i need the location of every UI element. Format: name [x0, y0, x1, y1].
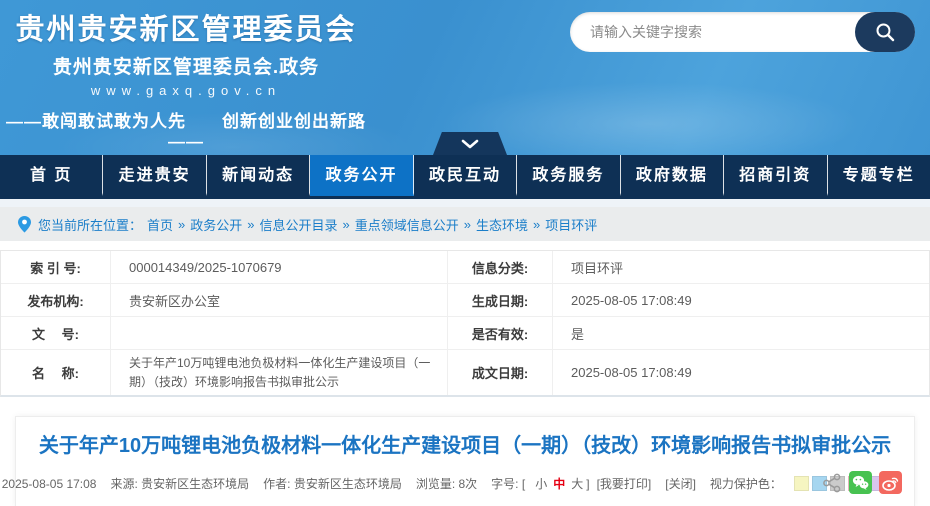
doc-name-value: 关于年产10万吨锂电池负极材料一体化生产建设项目（一期）（技改）环境影响报告书拟… — [111, 350, 448, 395]
print-button[interactable]: [我要打印] — [597, 475, 652, 492]
nav-item-interaction[interactable]: 政民互动 — [414, 155, 517, 196]
breadcrumb: 您当前所在位置： 首页 » 政务公开 » 信息公开目录 » 重点领域信息公开 »… — [0, 207, 930, 241]
breadcrumb-separator: » — [247, 217, 254, 232]
nav-item-gov-disclosure[interactable]: 政务公开 — [310, 155, 413, 196]
chevron-down-icon — [461, 139, 479, 149]
breadcrumb-separator: » — [533, 217, 540, 232]
article-date: 日期: 2025-08-05 17:08 — [0, 475, 96, 492]
search-bar — [570, 12, 915, 52]
issuing-agency-value: 贵安新区办公室 — [111, 284, 448, 316]
site-header: 贵州贵安新区管理委员会 贵州贵安新区管理委员会.政务 www.gaxq.gov.… — [0, 0, 930, 155]
table-row: 文 号: 是否有效: 是 — [1, 317, 929, 350]
breadcrumb-ecology[interactable]: 生态环境 — [476, 215, 528, 234]
article-source: 来源: 贵安新区生态环境局 — [110, 475, 249, 492]
breadcrumb-gov-disclosure[interactable]: 政务公开 — [190, 215, 242, 234]
index-number-value: 000014349/2025-1070679 — [111, 251, 448, 283]
nav-item-about[interactable]: 走进贵安 — [103, 155, 206, 196]
nav-item-home[interactable]: 首 页 — [0, 155, 103, 196]
wechat-share-icon[interactable] — [849, 471, 872, 494]
breadcrumb-separator: » — [178, 217, 185, 232]
fontsize-label: 字号: [ — [491, 475, 525, 492]
info-category-value: 项目环评 — [553, 251, 929, 283]
written-date-label: 成文日期: — [448, 350, 553, 395]
info-category-label: 信息分类: — [448, 251, 553, 283]
doc-number-value — [111, 317, 448, 349]
nav-item-investment[interactable]: 招商引资 — [724, 155, 827, 196]
site-slogan: ——敢闯敢试敢为人先 创新创业创出新路—— — [0, 107, 372, 152]
table-row: 名 称: 关于年产10万吨锂电池负极材料一体化生产建设项目（一期）（技改）环境影… — [1, 350, 929, 395]
generated-date-label: 生成日期: — [448, 284, 553, 316]
validity-label: 是否有效: — [448, 317, 553, 349]
site-subtitle: 贵州贵安新区管理委员会.政务 — [0, 52, 372, 79]
article-card: 关于年产10万吨锂电池负极材料一体化生产建设项目（一期）（技改）环境影响报告书拟… — [15, 416, 915, 506]
main-nav: 首 页 走进贵安 新闻动态 政务公开 政民互动 政务服务 政府数据 招商引资 专… — [0, 155, 930, 199]
validity-value: 是 — [553, 317, 929, 349]
site-title: 贵州贵安新区管理委员会 — [0, 6, 372, 48]
breadcrumb-key-areas[interactable]: 重点领域信息公开 — [355, 215, 459, 234]
article-author: 作者: 贵安新区生态环境局 — [263, 475, 402, 492]
share-nodes-icon[interactable] — [822, 473, 842, 493]
nav-item-news[interactable]: 新闻动态 — [207, 155, 310, 196]
document-info-table: 索 引 号: 000014349/2025-1070679 信息分类: 项目环评… — [0, 250, 930, 397]
article-title: 关于年产10万吨锂电池负极材料一体化生产建设项目（一期）（技改）环境影响报告书拟… — [16, 429, 914, 458]
breadcrumb-separator: » — [343, 217, 350, 232]
fontsize-bracket: ] — [586, 477, 589, 491]
site-branding: 贵州贵安新区管理委员会 贵州贵安新区管理委员会.政务 www.gaxq.gov.… — [0, 6, 372, 152]
nav-separator-strip — [0, 199, 930, 207]
index-number-label: 索 引 号: — [1, 251, 111, 283]
share-bar — [815, 471, 902, 494]
table-row: 索 引 号: 000014349/2025-1070679 信息分类: 项目环评 — [1, 251, 929, 284]
doc-number-label: 文 号: — [1, 317, 111, 349]
issuing-agency-label: 发布机构: — [1, 284, 111, 316]
weibo-share-icon[interactable] — [879, 471, 902, 494]
eye-protection-label: 视力保护色： — [710, 475, 782, 492]
breadcrumb-separator: » — [464, 217, 471, 232]
written-date-value: 2025-08-05 17:08:49 — [553, 350, 929, 395]
nav-item-services[interactable]: 政务服务 — [517, 155, 620, 196]
nav-caret-tab[interactable] — [433, 132, 507, 155]
breadcrumb-project-eia[interactable]: 项目环评 — [545, 215, 597, 234]
article-views: 浏览量: 8次 — [416, 475, 477, 492]
breadcrumb-info-directory[interactable]: 信息公开目录 — [260, 215, 338, 234]
location-pin-icon — [18, 216, 31, 233]
nav-item-special[interactable]: 专题专栏 — [828, 155, 930, 196]
nav-item-data[interactable]: 政府数据 — [621, 155, 724, 196]
table-row: 发布机构: 贵安新区办公室 生成日期: 2025-08-05 17:08:49 — [1, 284, 929, 317]
protect-color-yellow[interactable] — [794, 476, 809, 491]
doc-name-label: 名 称: — [1, 350, 111, 395]
breadcrumb-home[interactable]: 首页 — [147, 215, 173, 234]
generated-date-value: 2025-08-05 17:08:49 — [553, 284, 929, 316]
search-icon — [874, 21, 896, 43]
search-button[interactable] — [855, 12, 915, 52]
fontsize-medium-button[interactable]: 中 — [553, 475, 565, 492]
site-url: www.gaxq.gov.cn — [0, 83, 372, 98]
close-button[interactable]: [关闭] — [665, 475, 696, 492]
breadcrumb-prefix: 您当前所在位置： — [38, 215, 142, 234]
article-meta-bar: 日期: 2025-08-05 17:08 来源: 贵安新区生态环境局 作者: 贵… — [16, 475, 914, 492]
fontsize-large-button[interactable]: 大 — [571, 475, 583, 492]
fontsize-small-button[interactable]: 小 — [535, 475, 547, 492]
